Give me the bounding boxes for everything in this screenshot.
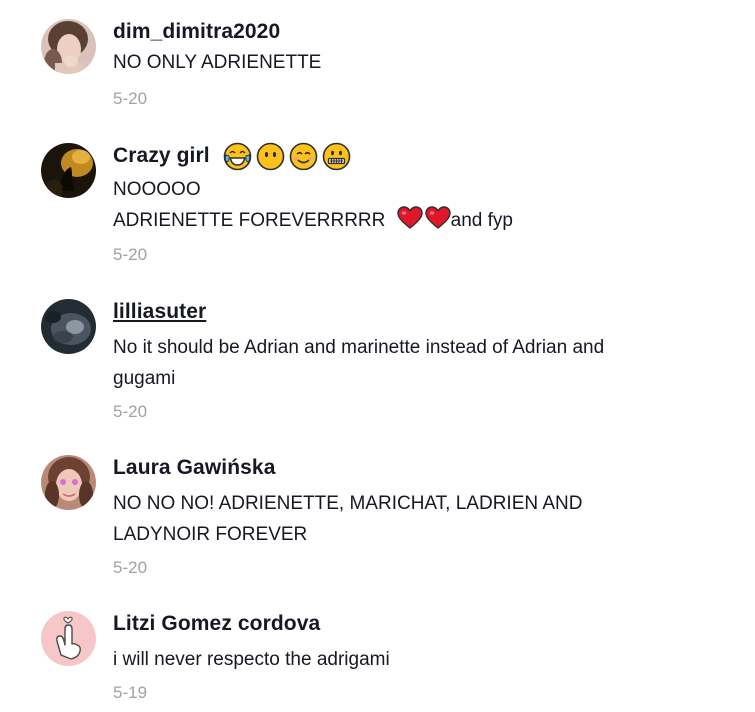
smiling-face-emoji-icon (289, 142, 318, 171)
avatar[interactable] (41, 455, 96, 510)
username[interactable]: Crazy girl (113, 143, 210, 169)
username[interactable]: dim_dimitra2020 (113, 19, 280, 45)
comment-date: 5-20 (113, 89, 148, 108)
red-heart-emoji-icon (424, 206, 451, 230)
username[interactable]: lilliasuter (113, 299, 206, 325)
comment-text-part: ADRIENETTE FOREVERRRRR (113, 210, 386, 231)
comment-text: gugami (113, 368, 176, 389)
avatar-image (41, 611, 96, 666)
tears-of-joy-emoji-icon (223, 142, 252, 171)
comment-date: 5-20 (113, 245, 148, 264)
comment-date: 5-20 (113, 558, 148, 577)
comment-text: NOOOOO (113, 179, 201, 200)
comment-text-part: and fyp (450, 210, 513, 231)
username[interactable]: Laura Gawińska (113, 455, 275, 481)
avatar-image (41, 299, 96, 354)
comment-date: 5-19 (113, 683, 148, 702)
comment-text: NO ONLY ADRIENETTE (113, 52, 322, 73)
avatar[interactable] (41, 19, 96, 74)
red-heart-emoji-icon (396, 206, 423, 230)
avatar-image (41, 143, 96, 198)
avatar[interactable] (41, 143, 96, 198)
comment-text: NO NO NO! ADRIENETTE, MARICHAT, LADRIEN … (113, 493, 583, 514)
avatar-image (41, 19, 96, 74)
comment-text: LADYNOIR FOREVER (113, 524, 308, 545)
avatar-image (41, 455, 96, 510)
comment-date: 5-20 (113, 402, 148, 421)
avatar[interactable] (41, 611, 96, 666)
no-mouth-face-emoji-icon (256, 142, 285, 171)
comment-list: dim_dimitra2020 NO ONLY ADRIENETTE 5-20 … (0, 0, 755, 712)
avatar[interactable] (41, 299, 96, 354)
username[interactable]: Litzi Gomez cordova (113, 611, 320, 637)
zipper-mouth-face-emoji-icon (322, 142, 351, 171)
comment-text: No it should be Adrian and marinette ins… (113, 337, 605, 358)
comment-text: i will never respecto the adrigami (113, 649, 390, 670)
comment-text: ADRIENETTE FOREVERRRRR and fyp (113, 205, 733, 236)
